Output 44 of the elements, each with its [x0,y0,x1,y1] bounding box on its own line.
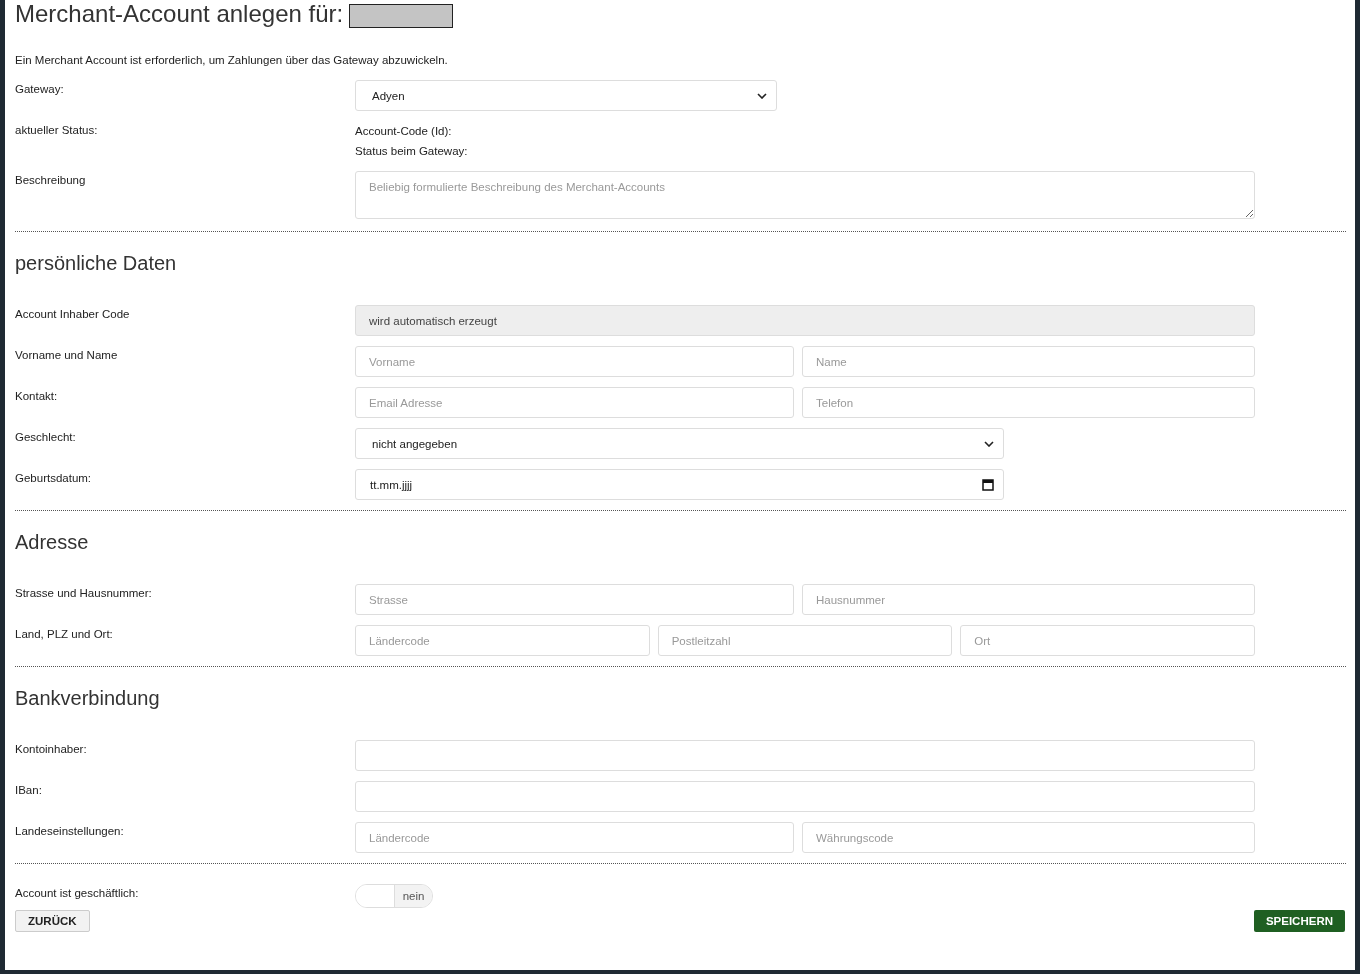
field-label: Landeseinstellungen: [15,824,125,839]
input-field[interactable]: Postleitzahl [657,625,953,656]
field-label: Account Inhaber Code [15,307,131,322]
field-label: Gateway: [15,82,65,97]
status-text: Account-Code (Id): [355,125,453,137]
field-label: Beschreibung [15,173,87,188]
toggle-switch[interactable]: nein [355,884,433,908]
calendar-icon[interactable] [982,478,994,491]
input-field[interactable]: Währungscode [802,822,1255,853]
field-label: Account ist geschäftlich: [15,886,140,901]
gender-select[interactable]: nicht angegeben [355,428,1004,459]
field-label: aktueller Status: [15,123,99,138]
input-field[interactable]: Email Adresse [355,387,794,418]
field-label: Kontoinhaber: [15,742,88,757]
field-label: Strasse und Hausnummer: [15,586,153,601]
field-label: Land, PLZ und Ort: [15,627,114,642]
input-field[interactable]: Ländercode [355,822,794,853]
input-field[interactable] [355,740,1255,771]
field-label: Vorname und Name [15,348,119,363]
field-label: IBan: [15,783,43,798]
gateway-select[interactable]: Adyen [355,80,777,111]
description-field[interactable]: Beliebig formulierte Beschreibung des Merchant-Accounts [355,171,1255,219]
status-text: Status beim Gateway: [355,145,469,157]
section-heading: Bankverbindung [15,687,161,710]
field-label: Geburtsdatum: [15,471,93,486]
field-label: Geschlecht: [15,430,77,445]
chevron-icon [984,440,994,447]
section-heading: persönliche Daten [15,252,178,275]
input-field[interactable]: Name [802,346,1255,377]
field-label: Kontakt: [15,389,59,404]
input-field[interactable] [355,781,1255,812]
input-field[interactable]: Strasse [355,584,794,615]
input-field[interactable]: Ländercode [355,625,650,656]
date-field[interactable]: tt.mm.jjjj [355,469,1004,500]
input-field[interactable]: Hausnummer [802,584,1255,615]
input-field[interactable]: Vorname [355,346,794,377]
back-button[interactable]: ZURÜCK [15,910,90,932]
save-button[interactable]: SPEICHERN [1253,910,1345,932]
input-field[interactable]: Ort [960,625,1255,656]
page-title: Merchant-Account anlegen für: [15,0,344,28]
intro-text: Ein Merchant Account ist erforderlich, um Zahlungen über das Gateway abzuwickeln. [15,54,449,66]
section-heading: Adresse [15,531,90,554]
input-field[interactable]: Telefon [802,387,1255,418]
chevron-icon [757,92,767,99]
